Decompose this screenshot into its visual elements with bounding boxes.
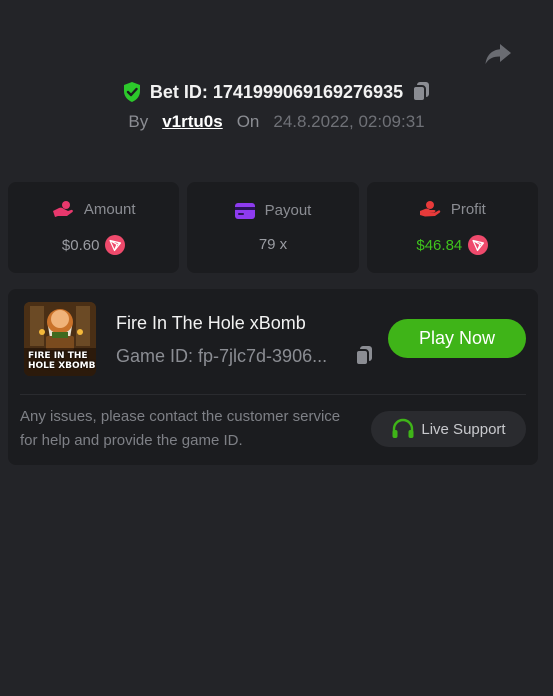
game-id-row: Game ID: fp-7jlc7d-3906... <box>116 345 374 367</box>
money-hand-icon <box>419 200 441 218</box>
live-support-button[interactable]: Live Support <box>371 411 526 447</box>
amount-title: Amount <box>83 200 136 218</box>
bet-datetime: 24.8.2022, 02:09:31 <box>273 112 425 131</box>
bet-id-row: Bet ID: 1741999069169276935 <box>0 78 553 106</box>
by-label: By <box>128 112 149 131</box>
bet-stats: Amount $0.60 Payout 79 x Profit $46.84 <box>8 182 538 273</box>
support-notice: Any issues, please contact the customer … <box>20 408 341 449</box>
share-button[interactable] <box>483 40 513 68</box>
game-thumbnail[interactable]: FIRE IN THE HOLE XBOMB <box>24 302 96 376</box>
amount-card: Amount $0.60 <box>8 182 180 273</box>
divider <box>20 394 526 395</box>
game-name: Fire In The Hole xBomb <box>116 313 306 333</box>
bet-detail-page: Bet ID: 1741999069169276935 By v1rtu0s O… <box>0 0 553 696</box>
headset-icon <box>391 418 415 440</box>
live-support-label: Live Support <box>421 420 506 438</box>
shield-check-icon <box>122 81 142 103</box>
thumbnail-title-line1: FIRE IN THE <box>28 351 88 361</box>
on-label: On <box>236 112 260 131</box>
thumbnail-title-line2: HOLE XBOMB <box>28 361 96 371</box>
bet-meta-row: By v1rtu0s On 24.8.2022, 02:09:31 <box>0 112 553 132</box>
amount-value: $0.60 <box>61 236 100 254</box>
bet-id: Bet ID: 1741999069169276935 <box>149 81 404 102</box>
payout-card: Payout 79 x <box>187 182 359 273</box>
game-card: FIRE IN THE HOLE XBOMB Fire In The Hole … <box>8 289 538 465</box>
username-link[interactable]: v1rtu0s <box>162 112 222 132</box>
profit-value: $46.84 <box>416 236 463 254</box>
wallet-icon <box>234 202 255 219</box>
game-id: Game ID: fp-7jlc7d-3906... <box>116 345 328 366</box>
share-icon <box>484 42 512 66</box>
bet-header: Bet ID: 1741999069169276935 By v1rtu0s O… <box>0 78 553 132</box>
tron-icon <box>105 235 126 255</box>
copy-icon[interactable] <box>411 81 431 103</box>
profit-title: Profit <box>450 200 486 218</box>
tron-icon <box>468 235 489 255</box>
play-now-button[interactable]: Play Now <box>388 319 526 358</box>
payout-value: 79 x <box>258 236 288 253</box>
coin-hand-icon <box>52 200 74 218</box>
copy-icon[interactable] <box>354 345 374 367</box>
profit-card: Profit $46.84 <box>366 182 538 273</box>
payout-title: Payout <box>264 202 312 219</box>
